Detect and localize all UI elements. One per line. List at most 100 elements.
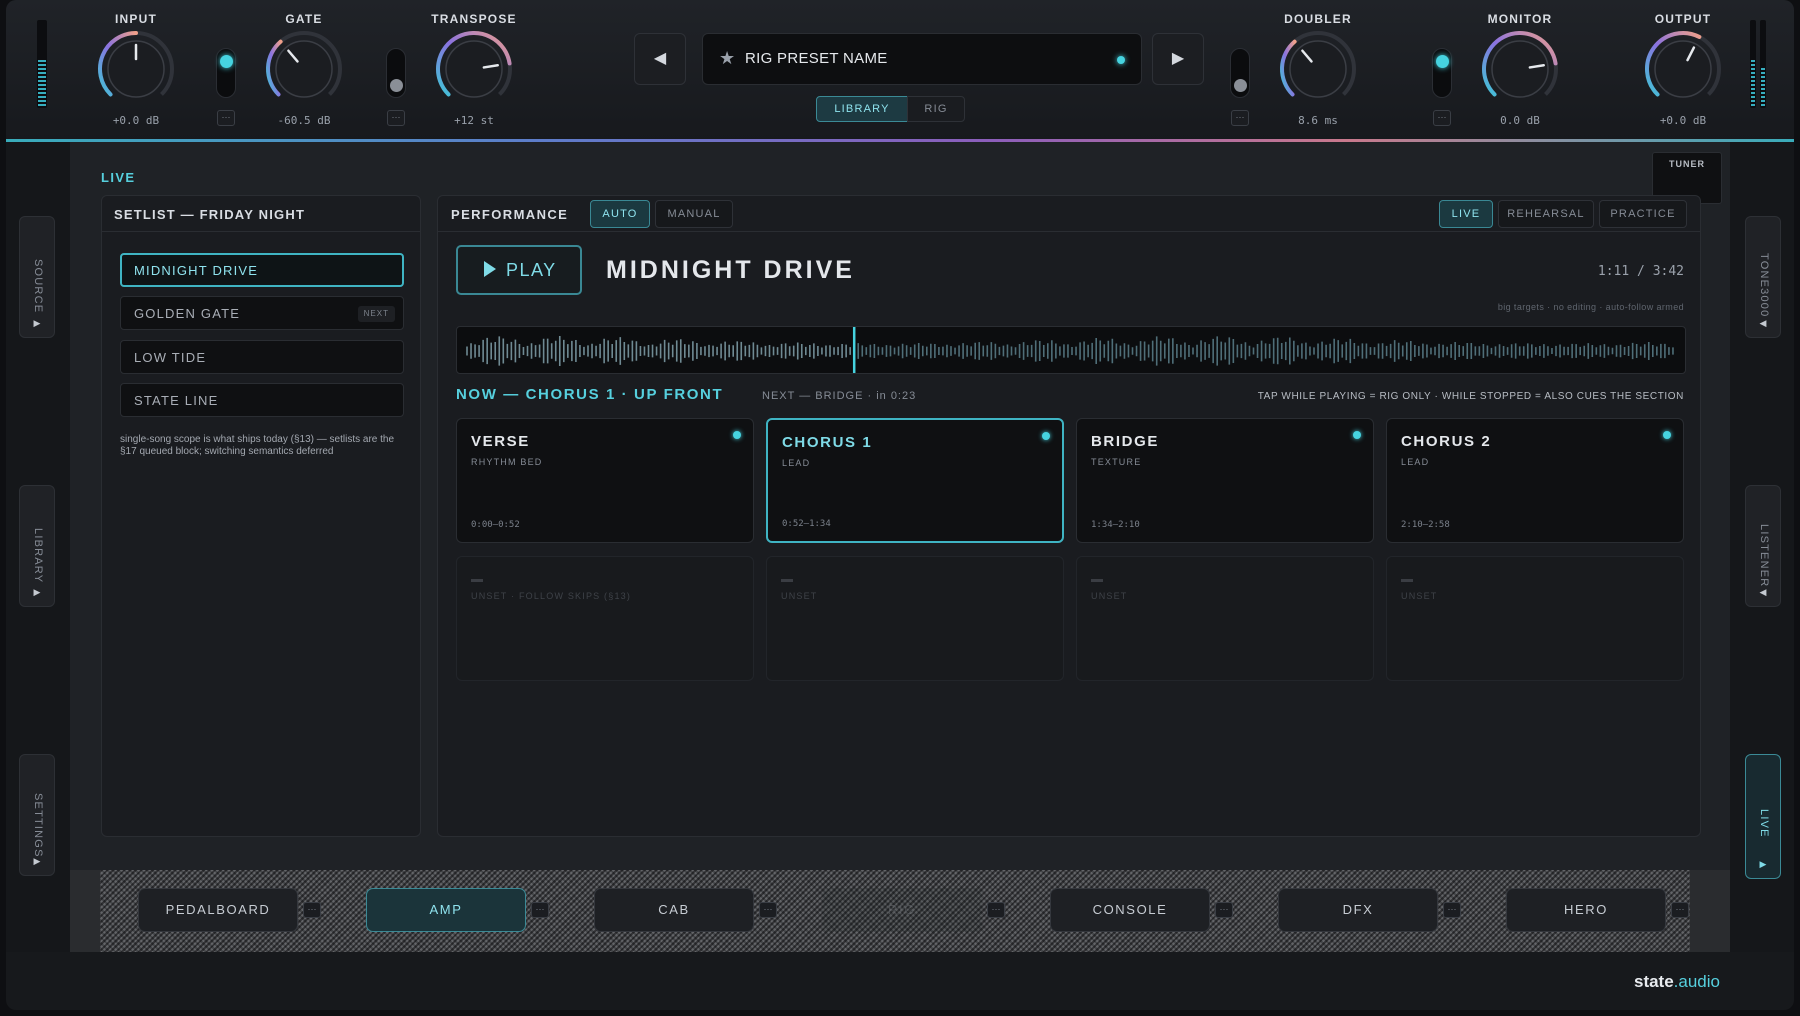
preset-display[interactable]: ★ RIG PRESET NAME <box>702 33 1142 85</box>
side-tab-source[interactable]: SOURCE ▶ <box>19 216 55 338</box>
monitor-knob[interactable] <box>1477 26 1563 112</box>
knob-body <box>1289 40 1347 98</box>
chain-button-pedalboard[interactable]: PEDALBOARD <box>138 888 298 932</box>
cab-options-button[interactable]: ··· <box>759 902 777 918</box>
playback-time: 1:11 / 3:42 <box>1597 264 1684 279</box>
transpose-options-button[interactable]: ··· <box>387 110 405 126</box>
current-song-title: MIDNIGHT DRIVE <box>606 256 855 284</box>
empty-slot-label: UNSET <box>1091 591 1128 601</box>
tab-live[interactable]: LIVE <box>1439 200 1493 228</box>
setlist-item[interactable]: GOLDEN GATE NEXT <box>120 296 404 330</box>
play-button[interactable]: PLAY <box>456 245 582 295</box>
tab-rig[interactable]: RIG <box>907 96 965 122</box>
amp-options-button[interactable]: ··· <box>531 902 549 918</box>
doubler-knob[interactable] <box>1275 26 1361 112</box>
section-role: TEXTURE <box>1091 457 1142 467</box>
empty-section-slot[interactable]: UNSET · FOLLOW SKIPS (§13) <box>456 556 754 681</box>
toggle-off-indicator <box>1234 79 1247 92</box>
monitor-label: MONITOR <box>1487 12 1553 26</box>
live-section-title: LIVE <box>101 170 136 185</box>
output-level-meter-right <box>1760 20 1766 108</box>
next-preset-button[interactable]: ▶ <box>1152 33 1204 85</box>
brand-name: state <box>1633 972 1674 991</box>
section-role: LEAD <box>1401 457 1430 467</box>
chain-button-rig[interactable]: RIG <box>822 888 982 932</box>
doubler-toggle[interactable] <box>1230 48 1250 98</box>
section-name: CHORUS 1 <box>782 434 873 451</box>
next-section-info: NEXT — BRIDGE · in 0:23 <box>762 390 917 402</box>
gate-knob[interactable] <box>261 26 347 112</box>
tab-practice[interactable]: PRACTICE <box>1599 200 1687 228</box>
side-tab-settings[interactable]: SETTINGS ▶ <box>19 754 55 876</box>
setlist-item-name: STATE LINE <box>134 393 219 408</box>
waveform <box>466 327 1674 373</box>
setlist-item-name: LOW TIDE <box>134 350 207 365</box>
toggle-off-indicator <box>390 79 403 92</box>
tab-manual[interactable]: MANUAL <box>655 200 733 228</box>
empty-slot-label: UNSET <box>781 591 818 601</box>
tab-rehearsal[interactable]: REHEARSAL <box>1498 200 1594 228</box>
monitor-toggle[interactable] <box>1432 48 1452 98</box>
input-knob[interactable] <box>93 26 179 112</box>
tab-library[interactable]: LIBRARY <box>816 96 908 122</box>
side-tab-listener[interactable]: LISTENER ◀ <box>1745 485 1781 607</box>
knob-graphic <box>436 31 512 98</box>
chain-button-console[interactable]: CONSOLE <box>1050 888 1210 932</box>
doubler-options-button[interactable]: ··· <box>1231 110 1249 126</box>
section-card-chorus-1[interactable]: CHORUS 1 LEAD 0:52–1:34 <box>766 418 1064 543</box>
side-tab-live[interactable]: LIVE ▶ <box>1745 754 1781 879</box>
setlist-panel: SETLIST — FRIDAY NIGHT MIDNIGHT DRIVE GO… <box>101 195 421 837</box>
output-knob-group: OUTPUT +0.0 dB <box>1633 12 1733 127</box>
chevron-right-icon: ▶ <box>33 318 41 328</box>
brand-logo: state.audio <box>1634 972 1720 992</box>
side-tab-tone3000[interactable]: TONE3000 ◀ <box>1745 216 1781 338</box>
section-role: RHYTHM BED <box>471 457 543 467</box>
knob-graphic <box>1280 31 1356 98</box>
chevron-left-icon: ◀ <box>1759 318 1767 328</box>
chain-button-dfx[interactable]: DFX <box>1278 888 1438 932</box>
empty-dash <box>1401 579 1413 582</box>
previous-preset-button[interactable]: ◀ <box>634 33 686 85</box>
input-level-meter <box>37 20 47 108</box>
side-tab-tone3000-label: TONE3000 <box>1758 253 1770 318</box>
side-tab-library-label: LIBRARY <box>32 528 44 584</box>
doubler-label: DOUBLER <box>1284 12 1352 26</box>
transpose-knob-group: TRANSPOSE +12 st <box>424 12 524 127</box>
transpose-knob[interactable] <box>431 26 517 112</box>
hero-options-button[interactable]: ··· <box>1671 902 1689 918</box>
dfx-options-button[interactable]: ··· <box>1443 902 1461 918</box>
setlist-title: SETLIST — FRIDAY NIGHT <box>102 196 420 232</box>
input-gate-toggle[interactable] <box>216 48 236 98</box>
input-gate-options-button[interactable]: ··· <box>217 110 235 126</box>
empty-dash <box>781 579 793 582</box>
favorite-star-icon[interactable]: ★ <box>719 48 735 69</box>
setlist-item[interactable]: STATE LINE <box>120 383 404 417</box>
empty-section-slot[interactable]: UNSET <box>1386 556 1684 681</box>
tab-auto[interactable]: AUTO <box>590 200 650 228</box>
section-card-verse[interactable]: VERSE RHYTHM BED 0:00–0:52 <box>456 418 754 543</box>
monitor-value: 0.0 dB <box>1500 114 1540 127</box>
section-name: VERSE <box>471 433 530 450</box>
setlist-item[interactable]: MIDNIGHT DRIVE <box>120 253 404 287</box>
pedalboard-options-button[interactable]: ··· <box>303 902 321 918</box>
chain-button-cab[interactable]: CAB <box>594 888 754 932</box>
side-tab-source-label: SOURCE <box>32 259 44 314</box>
section-card-chorus-2[interactable]: CHORUS 2 LEAD 2:10–2:58 <box>1386 418 1684 543</box>
section-card-bridge[interactable]: BRIDGE TEXTURE 1:34–2:10 <box>1076 418 1374 543</box>
knob-body <box>445 40 503 98</box>
section-status-led <box>1663 431 1671 439</box>
chain-button-amp[interactable]: AMP <box>366 888 526 932</box>
side-tab-library[interactable]: LIBRARY ▶ <box>19 485 55 607</box>
monitor-options-button[interactable]: ··· <box>1433 110 1451 126</box>
empty-section-slot[interactable]: UNSET <box>766 556 1064 681</box>
rig-options-button[interactable]: ··· <box>987 902 1005 918</box>
setlist-item[interactable]: LOW TIDE <box>120 340 404 374</box>
output-level-meter-left <box>1750 20 1756 108</box>
empty-section-slot[interactable]: UNSET <box>1076 556 1374 681</box>
transpose-toggle[interactable] <box>386 48 406 98</box>
performance-title: PERFORMANCE <box>451 207 569 222</box>
chain-button-hero[interactable]: HERO <box>1506 888 1666 932</box>
console-options-button[interactable]: ··· <box>1215 902 1233 918</box>
output-knob[interactable] <box>1640 26 1726 112</box>
waveform-scrubber[interactable] <box>456 326 1686 374</box>
